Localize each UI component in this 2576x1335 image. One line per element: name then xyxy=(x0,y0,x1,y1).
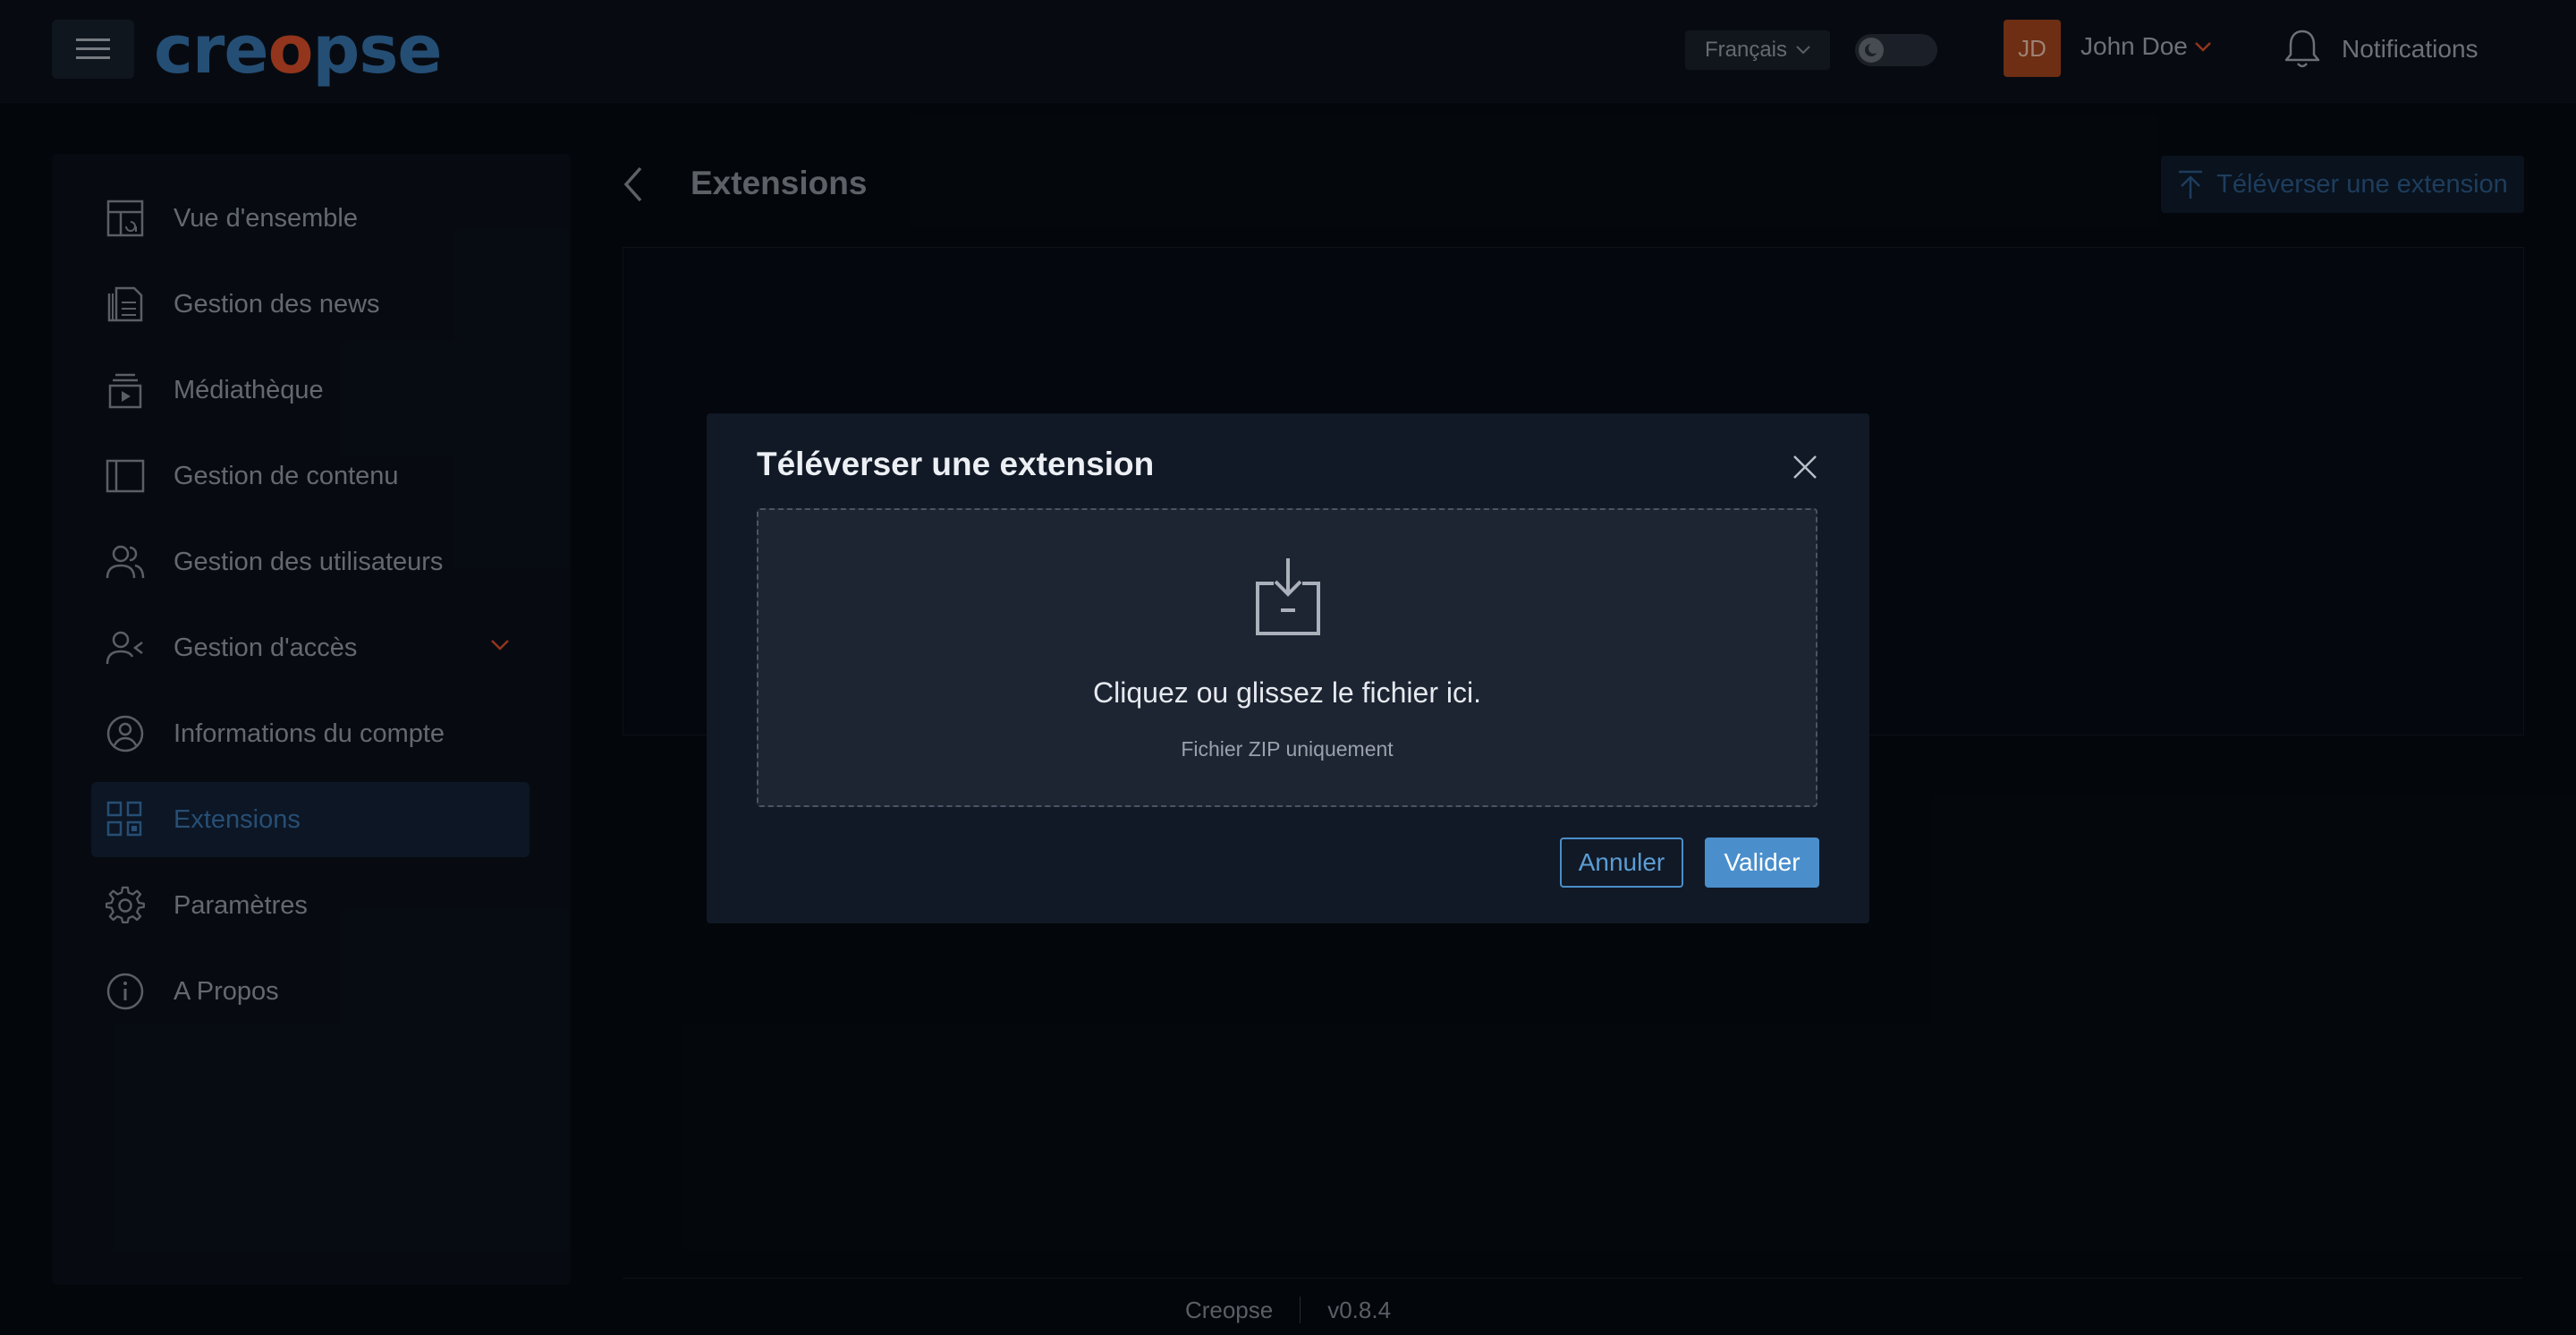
dropzone-hint: Fichier ZIP uniquement xyxy=(1181,737,1394,761)
modal-title: Téléverser une extension xyxy=(757,446,1155,482)
cancel-button[interactable]: Annuler xyxy=(1560,838,1683,888)
file-dropzone[interactable]: Cliquez ou glissez le fichier ici. Fichi… xyxy=(757,508,1818,807)
dropzone-text: Cliquez ou glissez le fichier ici. xyxy=(1093,676,1481,709)
close-button[interactable] xyxy=(1791,453,1819,481)
submit-button[interactable]: Valider xyxy=(1705,838,1819,888)
upload-extension-modal: Téléverser une extension Cliquez ou glis… xyxy=(707,413,1869,923)
close-icon xyxy=(1793,455,1817,479)
inbox-download-icon xyxy=(1252,557,1324,637)
